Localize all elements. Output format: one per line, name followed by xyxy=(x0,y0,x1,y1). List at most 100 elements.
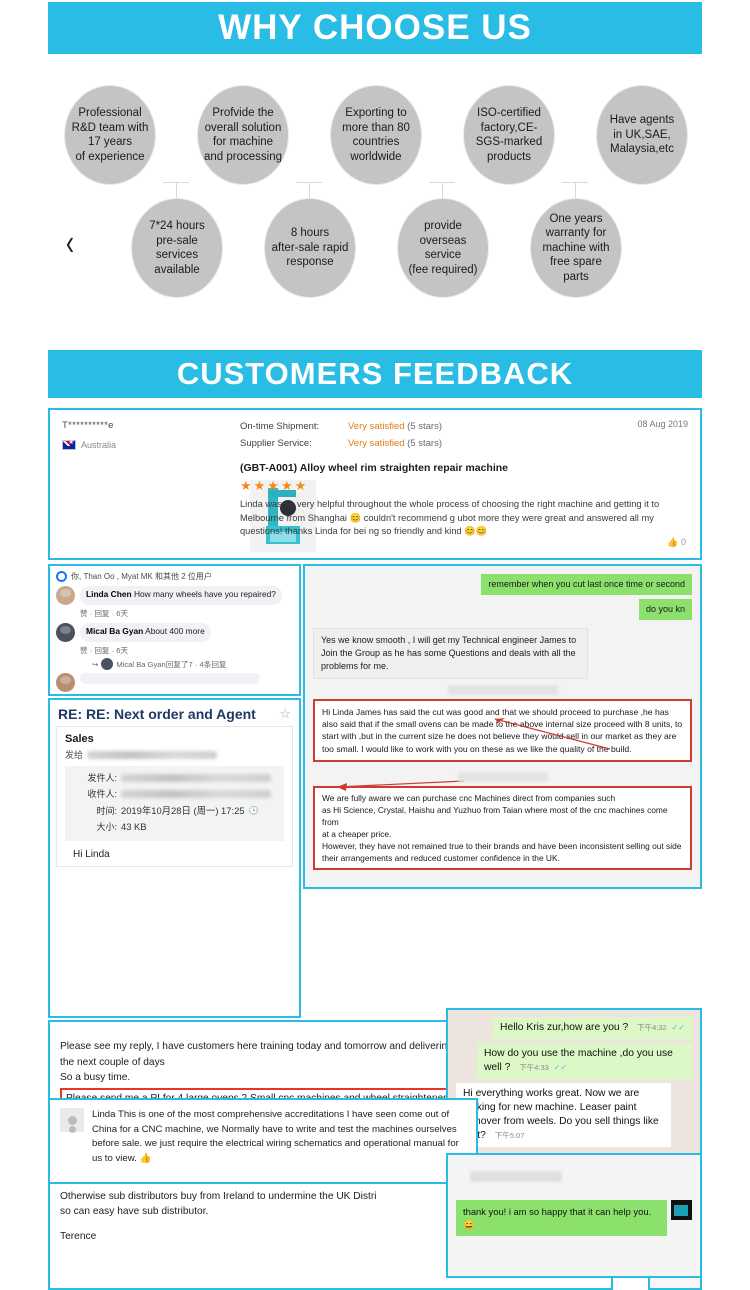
avatar xyxy=(56,673,75,692)
email-send-row: 发给 xyxy=(65,748,284,761)
thumbs-up-icon: 👍 xyxy=(667,537,679,547)
email-subject: RE: RE: Next order and Agent xyxy=(58,706,256,722)
metric-row-on-time-shipment: On-time Shipment: Very satisfied (5 stars… xyxy=(240,418,442,435)
facebook-reaction-row[interactable]: 你, Than Oo , Myat MK 和其他 2 位用户 xyxy=(56,571,293,582)
review-like-counter[interactable]: 👍 0 xyxy=(667,537,686,548)
like-count: 0 xyxy=(680,537,686,547)
reply-arrow-icon: ↪ xyxy=(92,659,99,669)
email-time-value: 2019年10月28日 (周一) 17:25 xyxy=(121,805,245,816)
avatar xyxy=(56,623,75,642)
double-check-icon: ✓✓ xyxy=(671,1023,685,1032)
timestamp-watermark xyxy=(470,1171,562,1182)
facebook-comment-item: Mical Ba Gyan About 400 more xyxy=(56,623,293,642)
avatar xyxy=(60,1108,84,1132)
whatsapp-message-row: How do you use the machine ,do you use w… xyxy=(456,1043,692,1079)
email-send-label: 发给 xyxy=(65,750,84,760)
feature-oval-1: Professional R&D team with 17 years of e… xyxy=(64,85,156,185)
whatsapp-panel: Hello Kris zur,how are you ? 下午4:32 ✓✓ H… xyxy=(446,1008,702,1156)
facebook-comment-bubble: Mical Ba Gyan About 400 more xyxy=(80,623,211,642)
highlighted-message-text: Hi Linda James has said the cut was good… xyxy=(322,707,683,754)
double-check-icon: ✓✓ xyxy=(553,1063,568,1072)
avatar xyxy=(101,658,114,670)
metric-value: Very satisfied xyxy=(348,438,405,449)
whatsapp-text: How do you use the machine ,do you use w… xyxy=(484,1048,673,1073)
feature-oval-5: Have agents in UK,SAE, Malaysia,etc xyxy=(596,85,688,185)
why-choose-us-ovals: Professional R&D team with 17 years of e… xyxy=(0,60,750,320)
reviewer-country: Australia xyxy=(81,440,117,450)
chat-message-row: remember when you cut last once time or … xyxy=(313,574,692,595)
whatsapp-text: Hi everything works great. Now we are lo… xyxy=(463,1088,659,1141)
clock-icon: 🕒 xyxy=(248,805,259,815)
feedback-container: T**********e Australia On-time Shipment:… xyxy=(48,408,702,1290)
review-body: (GBT-A001) Alloy wheel rim straighten re… xyxy=(240,462,660,539)
facebook-sub-reply[interactable]: ↪ Mical Ba Gyan回复了7 · 4条回复 xyxy=(92,658,293,670)
australia-flag-icon xyxy=(62,439,76,450)
comment-text: Linda This is one of the most comprehens… xyxy=(92,1109,459,1164)
avatar xyxy=(56,586,75,605)
metric-value: Very satisfied xyxy=(348,421,405,432)
bottom-comment-panel: Linda This is one of the most comprehens… xyxy=(48,1098,478,1184)
reviewer-country-row: Australia xyxy=(62,439,117,450)
metric-stars: (5 stars) xyxy=(407,421,442,432)
feature-oval-6: 7*24 hours pre-sale services available xyxy=(131,198,223,298)
email-time-row: 时间: 2019年10月28日 (周一) 17:25 🕒 xyxy=(71,803,278,817)
redacted-to xyxy=(121,789,271,798)
feature-oval-7: 8 hours after-sale rapid response xyxy=(264,198,356,298)
facebook-comment-item-partial xyxy=(56,673,293,692)
email-size-row: 大小: 43 KB xyxy=(71,820,278,833)
metric-stars: (5 stars) xyxy=(407,438,442,449)
why-choose-us-banner: WHY CHOOSE US xyxy=(48,2,702,54)
feature-oval-9: One years warranty for machine with free… xyxy=(530,198,622,298)
email-size-value: 43 KB xyxy=(121,821,147,832)
chat-bubble-outgoing: remember when you cut last once time or … xyxy=(481,574,692,595)
star-rating-icon: ★★★★★ xyxy=(240,478,309,493)
whatsapp-time: 下午5:07 xyxy=(494,1131,525,1140)
email-size-label: 大小: xyxy=(96,822,117,832)
comment-author[interactable]: Linda Chen xyxy=(86,589,132,599)
facebook-comment-bubble: Linda Chen How many wheels have you repa… xyxy=(80,586,282,605)
chat-bubble-outgoing: do you kn xyxy=(638,599,692,620)
comment-text: About 400 more xyxy=(145,626,205,636)
email-panel: RE: RE: Next order and Agent ☆ Sales 发给 … xyxy=(48,698,301,1018)
whatsapp-bubble-incoming: Hi everything works great. Now we are lo… xyxy=(456,1083,671,1147)
email-sender-name: Sales xyxy=(65,733,94,745)
comment-meta[interactable]: 赞 · 回复 · 6天 xyxy=(80,645,293,656)
review-date: 08 Aug 2019 xyxy=(637,419,688,429)
whatsapp-time: 下午4:32 xyxy=(637,1023,667,1032)
watermark xyxy=(457,771,548,782)
chat-bubble-incoming: Yes we know smooth , I will get my Techn… xyxy=(313,628,588,679)
email-header-card: Sales 发给 发件人: 收件人: 时间: 2019年10月28日 (周一) … xyxy=(56,726,293,867)
email-detail-grid: 发件人: 收件人: 时间: 2019年10月28日 (周一) 17:25 🕒 大… xyxy=(65,766,284,841)
whatsapp-time: 下午4:33 xyxy=(519,1063,549,1072)
facebook-comments-panel: 你, Than Oo , Myat MK 和其他 2 位用户 Linda Che… xyxy=(48,564,301,696)
reviewer-name: T**********e xyxy=(62,420,114,431)
whatsapp-text: Hello Kris zur,how are you ? xyxy=(500,1022,629,1033)
metric-label: On-time Shipment: xyxy=(240,421,320,432)
chat-message-row: Yes we know smooth , I will get my Techn… xyxy=(313,628,692,679)
comment-author[interactable]: Mical Ba Gyan xyxy=(86,626,143,636)
metric-row-supplier-service: Supplier Service: Very satisfied (5 stars… xyxy=(240,435,442,452)
last-chat-panel: thank you! i am so happy that it can hel… xyxy=(446,1153,702,1278)
metric-label: Supplier Service: xyxy=(240,438,312,449)
review-card: T**********e Australia On-time Shipment:… xyxy=(48,408,702,560)
star-icon[interactable]: ☆ xyxy=(279,706,291,722)
whatsapp-message-row: Hi everything works great. Now we are lo… xyxy=(456,1083,692,1147)
highlighted-message-box-2: We are fully aware we can purchase cnc M… xyxy=(313,785,692,870)
chat-message-row: thank you! i am so happy that it can hel… xyxy=(456,1200,692,1236)
email-greeting: Hi Linda xyxy=(73,849,110,860)
facebook-comment-bubble xyxy=(80,673,260,684)
feature-oval-3: Exporting to more than 80 countries worl… xyxy=(330,85,422,185)
avatar xyxy=(670,1200,692,1220)
comment-meta[interactable]: 赞 · 回复 · 6天 xyxy=(80,608,293,619)
sub-reply-text: Mical Ba Gyan回复了7 · 4条回复 xyxy=(116,659,227,669)
email-from-row: 发件人: xyxy=(71,771,278,784)
product-title[interactable]: (GBT-A001) Alloy wheel rim straighten re… xyxy=(240,462,660,474)
review-metrics: On-time Shipment: Very satisfied (5 stars… xyxy=(240,418,442,452)
highlighted-message-box-1: Hi Linda James has said the cut was good… xyxy=(313,699,692,791)
comment-item: Linda This is one of the most comprehens… xyxy=(60,1108,466,1166)
customers-feedback-banner: CUSTOMERS FEEDBACK xyxy=(48,350,702,398)
chevron-left-icon[interactable]: ‹ xyxy=(66,225,74,262)
redacted-recipient xyxy=(87,750,218,759)
feature-oval-2: Profvide the overall solution for machin… xyxy=(197,85,289,185)
email-from-label: 发件人: xyxy=(87,773,117,783)
